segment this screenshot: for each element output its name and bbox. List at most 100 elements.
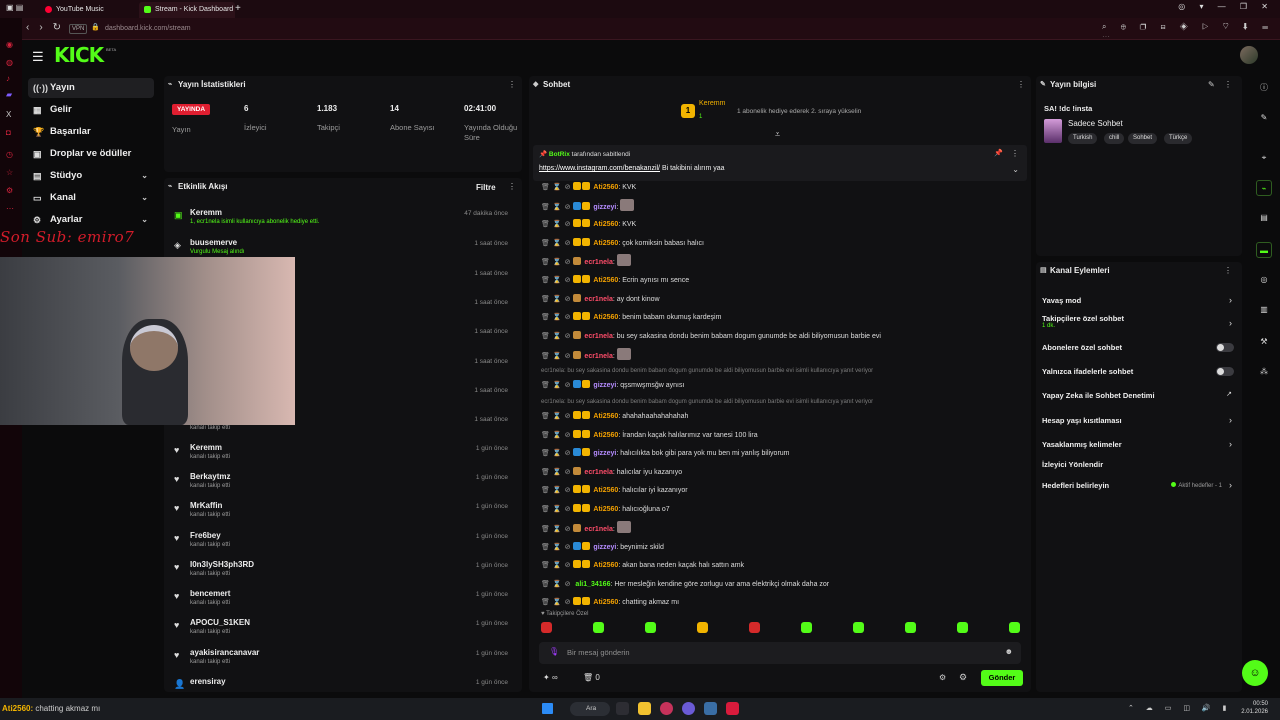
nav-item-ayarlar[interactable]: ⚙ Ayarlar ⌄ (28, 210, 154, 230)
system-tray[interactable]: ⌃ ☁ ▭ ◫ 🔊 ▮ (1128, 704, 1231, 712)
twitch-icon[interactable]: ▰ (6, 90, 12, 99)
tab-kick-dashboard[interactable]: Stream - Kick Dashboard (139, 2, 235, 18)
chat-message[interactable]: 🗑⌛⊘ ecr1nela: (541, 254, 1021, 269)
mod-actions-icon[interactable]: 🗑⌛⊘ (541, 487, 573, 494)
emote-button[interactable] (905, 622, 916, 633)
vpn-badge[interactable]: VPN (69, 24, 88, 34)
x-icon[interactable]: X (6, 110, 11, 119)
chat-message[interactable]: 🗑⌛⊘ Ati2560: halıcılar iyi kazanıyor (541, 483, 1021, 498)
chat-username[interactable]: ecr1nela (584, 469, 612, 476)
chat-message[interactable]: 🗑⌛⊘ Ati2560: akan bana neden kaçak halı … (541, 558, 1021, 573)
apps-icon[interactable]: ⁂ (1256, 364, 1272, 380)
top-gifter-name[interactable]: Keremm (699, 100, 725, 107)
activity-user[interactable]: erensiray (190, 677, 226, 686)
chat-username[interactable]: Ati2560 (593, 562, 618, 569)
kebab-menu-icon[interactable]: ⋮ (1224, 80, 1232, 89)
mod-actions-icon[interactable]: 🗑⌛⊘ (541, 382, 573, 389)
pencil-icon[interactable]: ✎ (1256, 110, 1272, 126)
chat-username[interactable]: ecr1nela (584, 259, 612, 266)
activity-item[interactable]: ♥ APOCU_S1KEN kanalı takip etti 1 gün önce (174, 616, 514, 644)
chat-message[interactable]: 🗑⌛⊘ Ati2560: KVK (541, 180, 1021, 195)
kebab-menu-icon[interactable]: ⋮ (508, 80, 516, 89)
browser-extension-icons[interactable]: ⌕ ⊕ ❐ ⊟ ◈ ▷ ♡ ⬇ ☰ ⋯ (1102, 22, 1280, 42)
nav-item-yayin[interactable]: ((·)) Yayın (28, 78, 154, 98)
mod-actions-icon[interactable]: 🗑⌛⊘ (541, 314, 573, 321)
mod-actions-icon[interactable]: 🗑⌛⊘ (541, 581, 573, 588)
chat-message[interactable]: 🗑⌛⊘ Ati2560: KVK (541, 217, 1021, 232)
unpin-icon[interactable]: 📌 (994, 149, 1003, 157)
channel-action-item[interactable]: İzleyici Yönlendir (1042, 460, 1236, 469)
channel-action-item[interactable]: Hesap yaşı kısıtlaması › (1042, 415, 1236, 425)
messenger-icon[interactable]: ◍ (6, 58, 13, 67)
drops-counter[interactable]: 🗑 0 (583, 673, 600, 682)
mod-actions-icon[interactable]: 🗑⌛⊘ (541, 184, 573, 191)
emote-button[interactable] (645, 622, 656, 633)
chat-message[interactable]: 🗑⌛⊘ gizzeyi: qşsmwşmsğw aynısı (541, 378, 1021, 393)
chat-message[interactable]: 🗑⌛⊘ Ati2560: halıcıoğluna o7 (541, 502, 1021, 517)
windows-start-icon[interactable] (542, 703, 553, 714)
mod-actions-icon[interactable]: 🗑⌛⊘ (541, 469, 573, 476)
list-icon[interactable]: ▥ (1256, 302, 1272, 318)
crosshair-icon[interactable]: ⌖ (1256, 150, 1272, 166)
kebab-menu-icon[interactable]: ⋮ (1011, 149, 1019, 158)
chat-username[interactable]: ali1_34166 (575, 581, 610, 588)
pinned-by-user[interactable]: BotRix (549, 151, 570, 158)
stats-icon[interactable]: ⌁ (1256, 180, 1272, 196)
tag[interactable]: Turkish (1068, 133, 1098, 144)
nav-item-droplar[interactable]: ▣ Droplar ve ödüller (28, 144, 154, 164)
channel-action-item[interactable]: Yapay Zeka ile Sohbet Denetimi ↗ (1042, 391, 1236, 400)
mod-actions-icon[interactable]: 🗑⌛⊘ (541, 221, 573, 228)
chat-username[interactable]: Ati2560 (593, 277, 618, 284)
activity-user[interactable]: Keremm (190, 208, 222, 217)
avatar[interactable] (1240, 46, 1258, 64)
activity-user[interactable]: bencemert (190, 589, 230, 598)
bookmarks-icon[interactable]: ☆ (6, 168, 13, 177)
mod-actions-icon[interactable]: 🗑⌛⊘ (541, 277, 573, 284)
window-controls[interactable]: ◎ ▾ — ❐ ✕ (1178, 2, 1274, 11)
send-button[interactable]: Gönder (981, 670, 1023, 686)
mod-actions-icon[interactable]: 🗑⌛⊘ (541, 450, 573, 457)
mod-actions-icon[interactable]: 🗑⌛⊘ (541, 562, 573, 569)
chat-message[interactable]: 🗑⌛⊘ ecr1nela: ay dont kinow (541, 292, 1021, 307)
chat-settings-icon[interactable]: ⚙ (939, 673, 946, 682)
activity-user[interactable]: buusemerve (190, 238, 237, 247)
chat-username[interactable]: ecr1nela (584, 296, 612, 303)
emote-button[interactable] (853, 622, 864, 633)
emote-button[interactable] (697, 622, 708, 633)
lock-icon[interactable]: 🔒 (91, 23, 100, 31)
chat-message[interactable]: 🗑⌛⊘ Ati2560: İrandan kaçak halılarımız v… (541, 428, 1021, 443)
channel-action-item[interactable]: Yasaklanmış kelimeler › (1042, 439, 1236, 449)
settings-icon[interactable]: ⚙ (6, 186, 13, 195)
chat-username[interactable]: ecr1nela (584, 526, 612, 533)
file-explorer-icon[interactable] (638, 702, 651, 715)
pinned-link[interactable]: https://www.instagram.com/benakanzil/ (539, 165, 660, 172)
chat-message[interactable]: 🗑⌛⊘ ali1_34166: Her mesleğin kendine gör… (541, 577, 1021, 592)
activity-user[interactable]: Fre6bey (190, 531, 221, 540)
mod-actions-icon[interactable]: 🗑⌛⊘ (541, 526, 573, 533)
chat-message[interactable]: 🗑⌛⊘ Ati2560: chatting akmaz mı (541, 595, 1021, 610)
stream-category[interactable]: Sadece Sohbet (1068, 119, 1123, 128)
channel-action-item[interactable]: Yavaş mod › (1042, 295, 1236, 305)
mod-actions-icon[interactable]: 🗑⌛⊘ (541, 432, 573, 439)
info-icon[interactable]: ⓘ (1256, 80, 1272, 96)
activity-item[interactable]: ♥ Fre6bey kanalı takip etti 1 gün önce (174, 529, 514, 557)
kick-logo[interactable]: KICK (54, 43, 104, 67)
emote-button[interactable] (541, 622, 552, 633)
kebab-menu-icon[interactable]: ⋮ (508, 182, 516, 191)
tag[interactable]: Türkçe (1164, 133, 1193, 144)
broadcast-icon[interactable]: ◎ (1256, 272, 1272, 288)
wrench-icon[interactable]: ⚒ (1256, 334, 1272, 350)
activity-user[interactable]: APOCU_S1KEN (190, 618, 250, 627)
mod-actions-icon[interactable]: 🗑⌛⊘ (541, 506, 573, 513)
chat-message[interactable]: 🗑⌛⊘ Ati2560: benim babam okumuş kardeşim (541, 310, 1021, 325)
toggle-switch[interactable] (1216, 367, 1234, 376)
chat-message[interactable]: 🗑⌛⊘ ecr1nela: halıcılar iyu kazanıyo (541, 465, 1021, 480)
kebab-menu-icon[interactable]: ⋮ (1224, 266, 1232, 275)
chat-username[interactable]: gizzeyi (593, 382, 616, 389)
activity-item[interactable]: ▣ Keremm 1, ecr1nela isimli kullanıcıya ab… (174, 206, 514, 234)
navigation-buttons[interactable]: ‹›↻ (26, 22, 71, 33)
emote-button[interactable] (593, 622, 604, 633)
browser-sidebar-toggle-icon[interactable]: ▣ ▤ (6, 3, 23, 12)
music-icon[interactable]: ♪ (6, 74, 10, 83)
menu-icon[interactable]: ☰ (32, 49, 44, 65)
